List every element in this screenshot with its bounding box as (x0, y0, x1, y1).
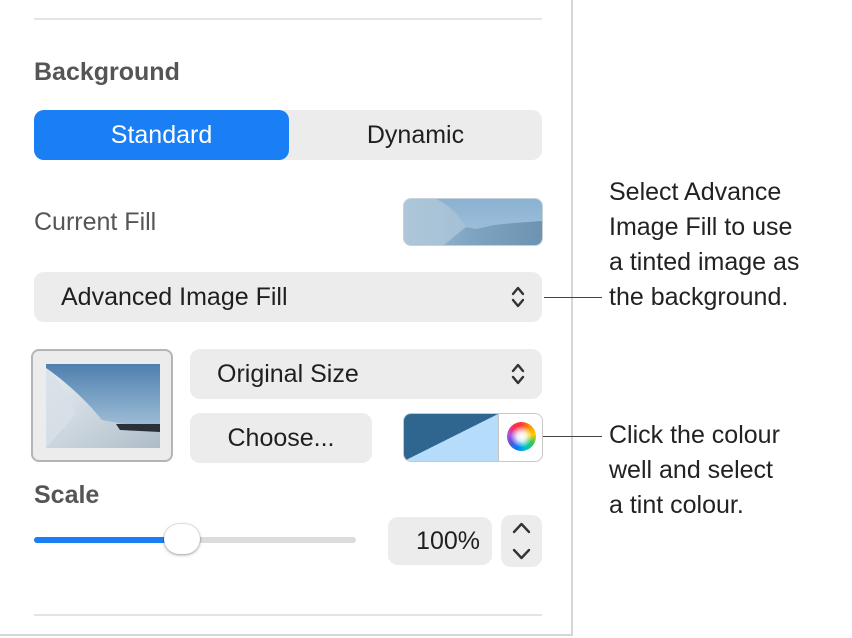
stepper-up-icon (512, 522, 531, 534)
scale-value-field[interactable]: 100% (388, 517, 492, 565)
tint-color-swatch[interactable] (404, 414, 498, 461)
scale-mode-value: Original Size (217, 360, 359, 388)
scale-heading: Scale (34, 481, 100, 509)
scale-stepper (501, 515, 542, 567)
color-callout-leader-line (543, 436, 602, 437)
fill-callout-text: Select Advance Image Fill to use a tinte… (609, 175, 799, 315)
fill-callout-line: the background. (609, 283, 789, 311)
color-callout-line: Click the colour (609, 421, 780, 449)
color-callout-text: Click the colour well and select a tint … (609, 418, 780, 523)
stepper-up-button[interactable] (501, 515, 542, 541)
stepper-down-button[interactable] (501, 541, 542, 567)
image-thumbnail-well[interactable] (31, 349, 173, 462)
bottom-divider (34, 614, 542, 616)
stepper-down-icon (512, 548, 531, 560)
up-down-chevron-icon (511, 363, 525, 385)
fill-callout-line: Image Fill to use (609, 213, 793, 241)
scale-mode-popup[interactable]: Original Size (190, 349, 542, 399)
color-well-separator (498, 414, 499, 461)
background-inspector-panel: Background Standard Dynamic Current Fill… (0, 0, 573, 636)
color-callout-line: well and select (609, 456, 773, 484)
background-mode-segmented-control: Standard Dynamic (34, 110, 542, 160)
scale-slider-fill (34, 537, 183, 543)
fill-type-value: Advanced Image Fill (61, 283, 288, 311)
background-heading: Background (34, 58, 180, 86)
scale-slider-knob[interactable] (164, 524, 201, 554)
color-callout-line: a tint colour. (609, 491, 744, 519)
fill-callout-line: a tinted image as (609, 248, 800, 276)
current-fill-label: Current Fill (34, 208, 157, 236)
current-fill-preview[interactable] (403, 198, 543, 246)
background-image-thumbnail (46, 364, 160, 448)
segment-dynamic[interactable]: Dynamic (289, 110, 542, 160)
fill-type-popup[interactable]: Advanced Image Fill (34, 272, 542, 322)
segment-standard[interactable]: Standard (34, 110, 289, 160)
up-down-chevron-icon (511, 286, 525, 308)
tint-color-well[interactable] (403, 413, 543, 462)
choose-image-button[interactable]: Choose... (190, 413, 372, 463)
top-divider (34, 18, 542, 20)
fill-callout-leader-line (544, 297, 602, 298)
fill-callout-line: Select Advance (609, 178, 782, 206)
color-wheel-icon[interactable] (507, 422, 536, 451)
